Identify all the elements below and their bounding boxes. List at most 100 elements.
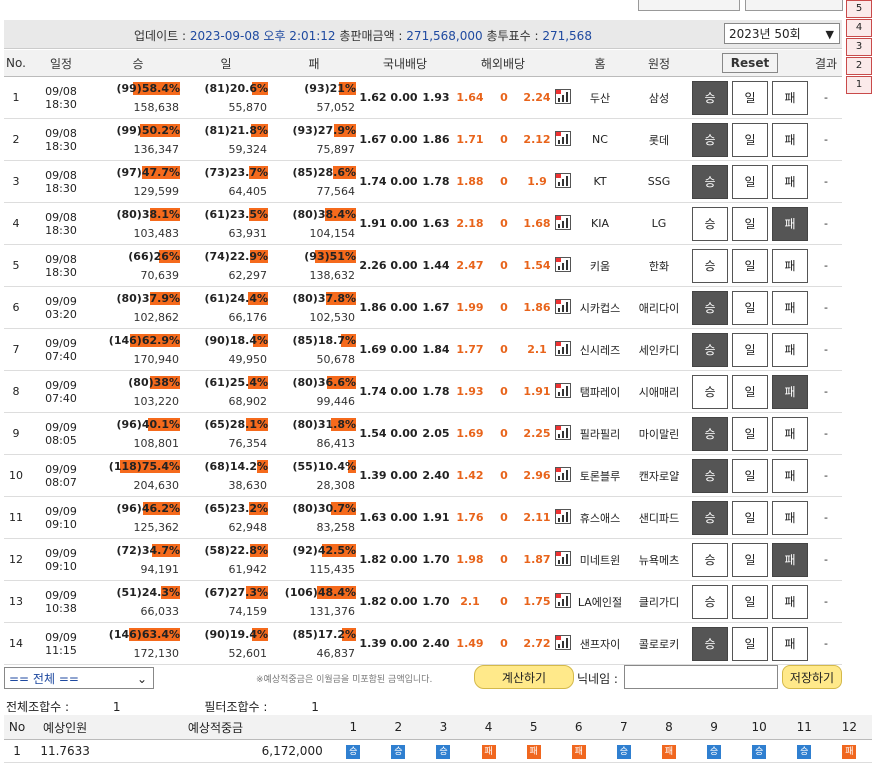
bar-chart-icon[interactable] bbox=[555, 172, 571, 188]
pick-lose-button[interactable]: 패 bbox=[772, 374, 808, 409]
pick-lose-button[interactable]: 패 bbox=[772, 500, 808, 535]
pick-lose-button[interactable]: 패 bbox=[772, 122, 808, 157]
pick-draw-button[interactable]: 일 bbox=[732, 290, 768, 325]
bar-chart-icon[interactable] bbox=[555, 256, 571, 272]
result-header-people: 예상인원 bbox=[30, 715, 101, 740]
top-button-fragment[interactable] bbox=[745, 0, 843, 11]
match-no: 1 bbox=[4, 76, 28, 119]
bar-chart-icon[interactable] bbox=[555, 466, 571, 482]
lose-vote-percent: 10.4% bbox=[317, 460, 356, 473]
pick-win-button[interactable]: 승 bbox=[692, 248, 728, 283]
pick-draw-button[interactable]: 일 bbox=[732, 500, 768, 535]
draw-vote-pct: (65) 28.1% bbox=[182, 417, 270, 432]
pick-win-button[interactable]: 승 bbox=[692, 374, 728, 409]
bar-chart-icon[interactable] bbox=[555, 424, 571, 440]
lose-vote-count: (93) bbox=[304, 250, 330, 263]
pick-draw-button[interactable]: 일 bbox=[732, 626, 768, 661]
bar-chart-icon[interactable] bbox=[555, 382, 571, 398]
match-date: 09/08 18:30 bbox=[28, 202, 94, 245]
pick-lose-button[interactable]: 패 bbox=[772, 626, 808, 661]
lose-vote-percent: 42.5% bbox=[317, 544, 356, 557]
pick-win-button[interactable]: 승 bbox=[692, 542, 728, 577]
bar-chart-icon[interactable] bbox=[555, 634, 571, 650]
bar-chart-icon[interactable] bbox=[555, 298, 571, 314]
win-vote-pct: (146) 62.9% bbox=[94, 333, 182, 348]
pick-draw-button[interactable]: 일 bbox=[732, 122, 768, 157]
pick-win-button[interactable]: 승 bbox=[692, 416, 728, 451]
side-tab-3[interactable]: 3 bbox=[846, 38, 872, 56]
round-select[interactable]: 2023년 50회 ▼ bbox=[724, 23, 840, 44]
win-vote-pct: (80) 38.1% bbox=[94, 207, 182, 222]
pick-draw-button[interactable]: 일 bbox=[732, 332, 768, 367]
match-date: 09/08 18:30 bbox=[28, 160, 94, 203]
pick-win-button[interactable]: 승 bbox=[692, 80, 728, 115]
bar-chart-icon[interactable] bbox=[555, 592, 571, 608]
pick-draw-button[interactable]: 일 bbox=[732, 542, 768, 577]
pick-lose-button[interactable]: 패 bbox=[772, 164, 808, 199]
filter-select[interactable]: == 전체 == ⌄ bbox=[4, 667, 154, 689]
pick-draw-button[interactable]: 일 bbox=[732, 206, 768, 241]
pick-win-button[interactable]: 승 bbox=[692, 584, 728, 619]
pick-lose-button[interactable]: 패 bbox=[772, 248, 808, 283]
save-button[interactable]: 저장하기 bbox=[782, 665, 842, 689]
side-tab-2[interactable]: 2 bbox=[846, 57, 872, 75]
pick-win-button[interactable]: 승 bbox=[692, 458, 728, 493]
pick-draw-button[interactable]: 일 bbox=[732, 164, 768, 199]
side-tab-4[interactable]: 4 bbox=[846, 19, 872, 37]
pick-win-button[interactable]: 승 bbox=[692, 122, 728, 157]
side-tab-1[interactable]: 1 bbox=[846, 76, 872, 94]
draw-vote-pct: (73) 23.7% bbox=[182, 165, 270, 180]
win-vote-amount: 158,638 bbox=[133, 101, 180, 114]
pick-lose-button[interactable]: 패 bbox=[772, 206, 808, 241]
away-team: 뉴욕메츠 bbox=[628, 538, 690, 581]
match-no: 2 bbox=[4, 118, 28, 161]
pick-win-button[interactable]: 승 bbox=[692, 500, 728, 535]
pick-win-button[interactable]: 승 bbox=[692, 332, 728, 367]
bar-chart-icon[interactable] bbox=[555, 340, 571, 356]
win-vote-percent: 34.7% bbox=[141, 544, 180, 557]
chart-cell bbox=[554, 370, 572, 413]
pick-win-button[interactable]: 승 bbox=[692, 290, 728, 325]
pick-win-button[interactable]: 승 bbox=[692, 626, 728, 661]
side-tab-5[interactable]: 5 bbox=[846, 0, 872, 18]
pick-draw-button[interactable]: 일 bbox=[732, 584, 768, 619]
pick-lose-button[interactable]: 패 bbox=[772, 416, 808, 451]
match-result: - bbox=[810, 538, 843, 581]
bar-chart-icon[interactable] bbox=[555, 550, 571, 566]
pick-win-button[interactable]: 승 bbox=[692, 164, 728, 199]
draw-vote-pct: (81) 21.8% bbox=[182, 123, 270, 138]
calculate-button[interactable]: 계산하기 bbox=[474, 665, 574, 689]
pick-win-button[interactable]: 승 bbox=[692, 206, 728, 241]
win-vote-percent: 37.9% bbox=[141, 292, 180, 305]
reset-button[interactable]: Reset bbox=[722, 53, 778, 73]
lose-vote-cell: (80) 36.6% 99,446 bbox=[270, 370, 358, 413]
away-team: 삼성 bbox=[628, 76, 690, 119]
pick-lose-button[interactable]: 패 bbox=[772, 332, 808, 367]
pick-cell: 패 bbox=[770, 496, 811, 539]
header-away: 원정 bbox=[628, 50, 690, 77]
bar-chart-icon[interactable] bbox=[555, 88, 571, 104]
pick-draw-button[interactable]: 일 bbox=[732, 458, 768, 493]
pick-cell: 일 bbox=[730, 328, 770, 371]
pick-draw-button[interactable]: 일 bbox=[732, 248, 768, 283]
pick-lose-button[interactable]: 패 bbox=[772, 80, 808, 115]
domestic-odds: 1.67 bbox=[420, 286, 452, 329]
result-header-prize: 예상적중금 bbox=[100, 715, 331, 740]
pick-draw-button[interactable]: 일 bbox=[732, 80, 768, 115]
draw-vote-cell: (81) 20.6% 55,870 bbox=[182, 76, 270, 119]
pick-draw-button[interactable]: 일 bbox=[732, 374, 768, 409]
pick-draw-button[interactable]: 일 bbox=[732, 416, 768, 451]
bar-chart-icon[interactable] bbox=[555, 214, 571, 230]
pick-lose-button[interactable]: 패 bbox=[772, 290, 808, 325]
domestic-odds: 1.69 bbox=[358, 328, 388, 371]
sales-total: 271,568,000 bbox=[406, 29, 483, 43]
overseas-odds: 1.86 bbox=[520, 286, 554, 329]
top-select-fragment[interactable] bbox=[638, 0, 740, 11]
pick-lose-button[interactable]: 패 bbox=[772, 542, 808, 577]
nickname-input[interactable] bbox=[624, 665, 778, 689]
bar-chart-icon[interactable] bbox=[555, 508, 571, 524]
bar-chart-icon[interactable] bbox=[555, 130, 571, 146]
pick-lose-button[interactable]: 패 bbox=[772, 458, 808, 493]
pick-lose-button[interactable]: 패 bbox=[772, 584, 808, 619]
update-bar: 업데이트 : 2023-09-08 오후 2:01:12 총판매금액 : 271… bbox=[4, 20, 842, 49]
